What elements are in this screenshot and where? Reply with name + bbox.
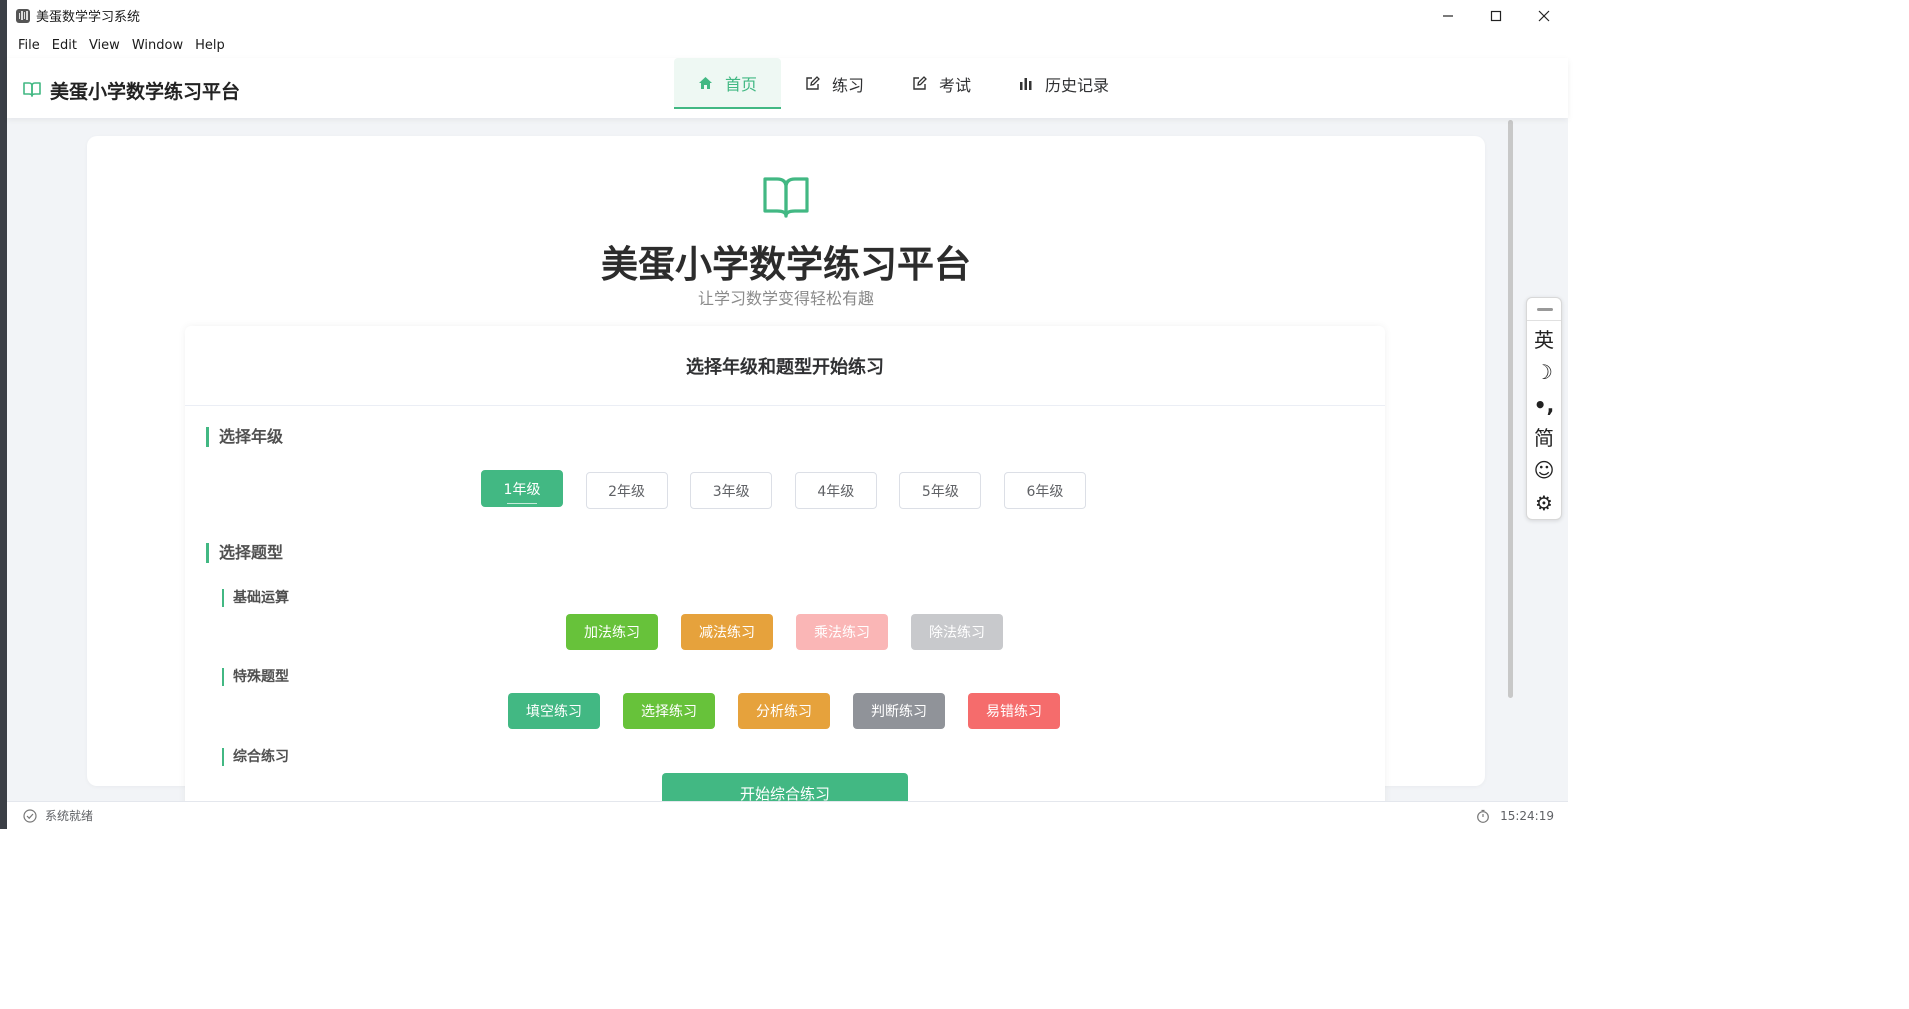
basic-ops-row: 加法练习 减法练习 乘法练习 除法练习 (566, 614, 1026, 650)
fill-blank-button[interactable]: 填空练习 (508, 693, 600, 729)
grade-button-4[interactable]: 4年级 (794, 472, 877, 509)
emoji-icon[interactable]: ☺ (1527, 458, 1561, 482)
check-circle-icon (23, 808, 37, 823)
tab-label: 历史记录 (1045, 75, 1110, 95)
book-icon (763, 176, 809, 222)
mistakes-button[interactable]: 易错练习 (968, 693, 1060, 729)
gear-icon[interactable]: ⚙ (1527, 491, 1561, 515)
multiplication-button[interactable]: 乘法练习 (796, 614, 888, 650)
tab-label: 首页 (725, 74, 758, 94)
practice-panel: 选择年级和题型开始练习 选择年级 1年级 2年级 3年级 4年级 5年级 6年级… (185, 326, 1385, 801)
hero-subtitle: 让学习数学变得轻松有趣 (697, 289, 874, 308)
menu-edit[interactable]: Edit (46, 38, 83, 53)
tab-label: 考试 (939, 75, 972, 95)
app-icon (16, 8, 30, 23)
menu-view[interactable]: View (83, 38, 126, 53)
ime-toolbar: 英 ☽ •, 简 ☺ ⚙ (1526, 297, 1562, 520)
panel-title: 选择年级和题型开始练习 (185, 326, 1385, 406)
brand-title: 美蛋小学数学练习平台 (50, 81, 241, 103)
tab-home[interactable]: 首页 (674, 58, 782, 109)
scrollbar[interactable] (1508, 120, 1513, 698)
multiple-choice-button[interactable]: 选择练习 (623, 693, 715, 729)
menu-bar: File Edit View Window Help (7, 33, 231, 57)
tab-exam[interactable]: 考试 (888, 58, 995, 109)
desktop-edge (0, 0, 7, 829)
home-card: 美蛋小学数学练习平台 让学习数学变得轻松有趣 选择年级和题型开始练习 选择年级 … (87, 136, 1485, 801)
start-comprehensive-button[interactable]: 开始综合练习 (662, 773, 908, 801)
menu-window[interactable]: Window (126, 38, 189, 53)
punctuation-toggle[interactable]: •, (1527, 393, 1561, 417)
grade-button-3[interactable]: 3年级 (690, 472, 773, 509)
status-text: 系统就绪 (45, 809, 94, 823)
content-area: 美蛋小学数学练习平台 让学习数学变得轻松有趣 选择年级和题型开始练习 选择年级 … (7, 118, 1568, 801)
maximize-button[interactable] (1472, 0, 1520, 31)
ime-simplified-toggle[interactable]: 简 (1527, 426, 1561, 450)
ime-language-toggle[interactable]: 英 (1527, 328, 1561, 352)
true-false-button[interactable]: 判断练习 (853, 693, 945, 729)
moon-icon[interactable]: ☽ (1527, 360, 1561, 384)
menu-help[interactable]: Help (189, 38, 231, 53)
drag-handle[interactable] (1537, 308, 1553, 311)
tab-label: 练习 (832, 75, 865, 95)
grade-button-5[interactable]: 5年级 (899, 472, 982, 509)
home-icon (698, 76, 713, 90)
bar-chart-icon (1019, 77, 1033, 90)
basic-ops-title: 基础运算 (222, 589, 289, 607)
tab-history[interactable]: 历史记录 (995, 58, 1133, 109)
title-bar: 美蛋数学学习系统 (7, 0, 1568, 31)
comprehensive-title: 综合练习 (222, 748, 289, 766)
grade-button-1[interactable]: 1年级 (481, 470, 563, 507)
app-header: 美蛋小学数学练习平台 首页 练习 考试 历史记录 (7, 58, 1568, 118)
division-button[interactable]: 除法练习 (911, 614, 1003, 650)
app-window: 美蛋数学学习系统 File Edit View Window Help 美蛋小学… (7, 0, 1568, 829)
grade-button-2[interactable]: 2年级 (585, 472, 668, 509)
grade-section-title: 选择年级 (206, 427, 283, 447)
status-time: 15:24:19 (1500, 808, 1554, 823)
addition-button[interactable]: 加法练习 (566, 614, 658, 650)
hero-title: 美蛋小学数学练习平台 (601, 243, 971, 286)
brand[interactable]: 美蛋小学数学练习平台 (23, 77, 240, 104)
status-bar: 系统就绪 15:24:19 (7, 801, 1568, 829)
analysis-button[interactable]: 分析练习 (738, 693, 830, 729)
type-section-title: 选择题型 (206, 543, 283, 563)
book-icon (23, 81, 41, 101)
special-types-title: 特殊题型 (222, 668, 289, 686)
grade-selector: 1年级 2年级 3年级 4年级 5年级 6年级 (481, 470, 1109, 509)
subtraction-button[interactable]: 减法练习 (681, 614, 773, 650)
timer-icon (1476, 809, 1490, 823)
menu-file[interactable]: File (12, 38, 46, 53)
grade-button-6[interactable]: 6年级 (1003, 472, 1086, 509)
main-nav: 首页 练习 考试 历史记录 (674, 58, 1133, 109)
window-title: 美蛋数学学习系统 (36, 10, 141, 25)
tab-practice[interactable]: 练习 (781, 58, 888, 109)
edit-icon (805, 76, 820, 91)
divider (1527, 320, 1561, 321)
edit-icon (912, 76, 927, 91)
special-types-row: 填空练习 选择练习 分析练习 判断练习 易错练习 (508, 693, 1083, 729)
close-button[interactable] (1520, 0, 1568, 31)
minimize-button[interactable] (1424, 0, 1472, 31)
